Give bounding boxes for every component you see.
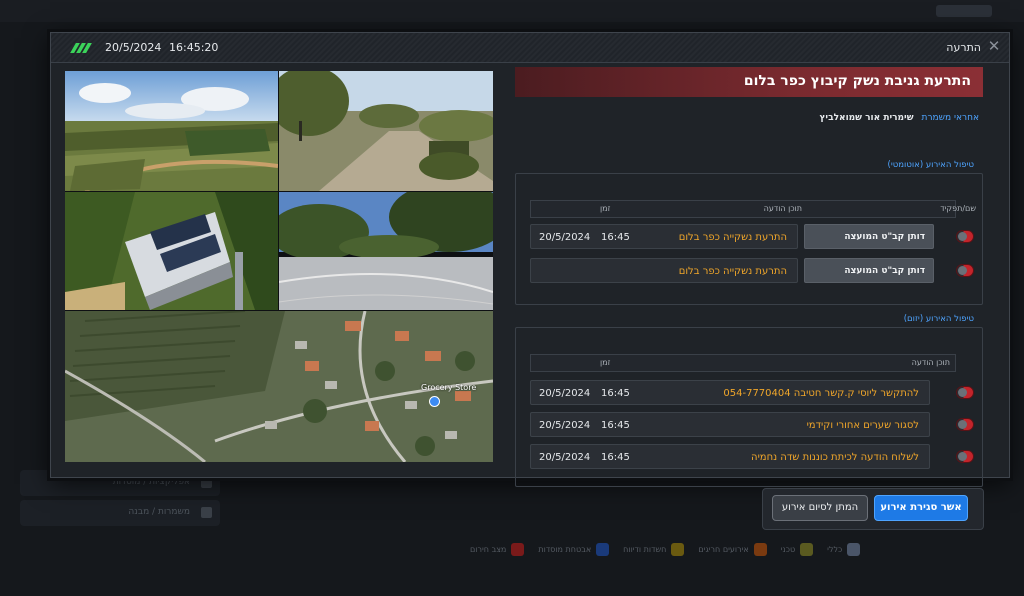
legend-label: אירועים חריגים [698,545,749,554]
legend-swatch [511,543,525,556]
legend-item: מצב חירום [470,543,525,556]
legend-swatch [671,543,685,556]
row-message: להתקשר ליוסי ק.קשר חטיבה 054-7770404 [723,388,919,399]
camera-tile-path[interactable] [279,71,493,191]
row-time: 16:45 [601,388,630,399]
legend-label: מצב חירום [470,545,507,554]
background-topbar [0,0,1024,22]
satellite-map[interactable]: Grocery Store [65,311,493,462]
col-time: זמן [600,358,611,367]
camera-tile-road[interactable] [279,192,493,310]
confirm-close-event-button[interactable]: אשר סגירת אירוע [874,495,968,521]
event-title: התרעת גניבת נשק קיבוץ כפר בלום [515,67,983,97]
legend-swatch [847,543,861,556]
message-box: 20/5/2024 16:45 לסגור שערים אחורי וקידמי [530,412,930,437]
camera-media-grid: Grocery Store [65,71,493,462]
row-role: דותן קב"ט המועצה [804,258,934,283]
col-message: תוכן הודעה [911,358,950,367]
message-box: 20/5/2024 16:45 לשלוח הודעה לכיתת כוננות… [530,444,930,469]
auto-handling-section: טיפול האירוע (אוטומטי) שם/תפקיד תוכן הוד… [515,160,983,305]
background-sidebar-label: אפליקציות / מוסדות [112,477,190,487]
status-toggle[interactable] [956,264,974,277]
row-date: 20/5/2024 [539,452,591,463]
camera-tile-aerial-fields[interactable] [65,71,278,191]
table-row: התרעת נשקייה כפר בלום דותן קב"ט המועצה [530,258,974,283]
status-toggle[interactable] [956,418,974,431]
table-row: 20/5/2024 16:45 להתקשר ליוסי ק.קשר חטיבה… [530,380,974,405]
camera-tile-building[interactable] [65,192,278,310]
legend-label: כללי [827,545,843,554]
shift-manager-label: אחראי משמרת [921,113,979,123]
col-message: תוכן הודעה [763,204,802,213]
status-toggle[interactable] [956,450,974,463]
background-top-button [936,5,992,17]
background-sidebar-label: משמרות / מבנה [128,507,190,517]
message-box: התרעת נשקייה כפר בלום [530,258,798,283]
manual-table-header [530,354,956,372]
row-time: 16:45 [601,232,630,243]
shift-manager-row: אחראי משמרת שימרית אור שמואלביץ [819,113,979,123]
background-sidebar-icon [201,507,212,518]
row-time: 16:45 [601,420,630,431]
manual-handling-title: טיפול האירוע (יזום) [901,314,976,324]
table-row: 20/5/2024 16:45 התרעת נשקייה כפר בלום דו… [530,224,974,249]
table-row: 20/5/2024 16:45 לסגור שערים אחורי וקידמי [530,412,974,437]
modal-title: התרעה [946,41,981,54]
background-sidebar-item: משמרות / מבנה [20,500,220,526]
shift-manager-name: שימרית אור שמואלביץ [819,113,914,123]
legend-item: אירועים חריגים [698,543,767,556]
close-icon[interactable]: ✕ [985,37,1003,55]
legend-label: אבטחת מוסדות [538,545,592,554]
status-toggle[interactable] [956,386,974,399]
event-details-panel: התרעת גניבת נשק קיבוץ כפר בלום אחראי משמ… [515,67,983,487]
col-time: זמן [600,204,611,213]
titlebar-date: 20/5/2024 [105,41,162,54]
auto-table-header [530,200,956,218]
status-stripes-icon [70,43,92,53]
background-sidebar: אפליקציות / מוסדות משמרות / מבנה [20,470,220,530]
background-legend: כללי טכני אירועים חריגים חשדות ודיווח אבטחת … [470,543,861,556]
legend-item: אבטחת מוסדות [538,543,610,556]
row-message: התרעת נשקייה כפר בלום [678,266,787,277]
status-toggle[interactable] [956,230,974,243]
alert-modal: 20/5/2024 16:45:20 התרעה ✕ Grocery Store… [50,32,1010,487]
titlebar-time: 16:45:20 [169,41,219,54]
row-message: לשלוח הודעה לכיתת כוננות שדה נחמיה [751,452,919,463]
legend-swatch [800,543,814,556]
auto-handling-title: טיפול האירוע (אוטומטי) [885,160,976,170]
row-time: 16:45 [601,452,630,463]
table-row: 20/5/2024 16:45 לשלוח הודעה לכיתת כוננות… [530,444,974,469]
legend-label: טכני [780,545,796,554]
legend-item: כללי [827,543,861,556]
row-date: 20/5/2024 [539,388,591,399]
map-poi-label: Grocery Store [421,383,477,392]
background-sidebar-icon [201,477,212,488]
message-box: 20/5/2024 16:45 התרעת נשקייה כפר בלום [530,224,798,249]
legend-label: חשדות ודיווח [623,545,667,554]
row-message: לסגור שערים אחורי וקידמי [806,420,919,431]
map-pin-icon[interactable] [429,396,440,407]
legend-swatch [596,543,610,556]
legend-swatch [753,543,767,556]
legend-item: טכני [780,543,814,556]
row-role: דותן קב"ט המועצה [804,224,934,249]
modal-titlebar: 20/5/2024 16:45:20 התרעה ✕ [51,33,1009,63]
row-date: 20/5/2024 [539,232,591,243]
row-message: התרעת נשקייה כפר בלום [678,232,787,243]
row-date: 20/5/2024 [539,420,591,431]
wait-event-end-button[interactable]: המתן לסיום אירוע [772,495,868,521]
message-box: 20/5/2024 16:45 להתקשר ליוסי ק.קשר חטיבה… [530,380,930,405]
col-role: שם/תפקיד [940,204,976,213]
manual-handling-section: טיפול האירוע (יזום) תוכן הודעה זמן 20/5/… [515,314,983,487]
legend-item: חשדות ודיווח [623,543,685,556]
